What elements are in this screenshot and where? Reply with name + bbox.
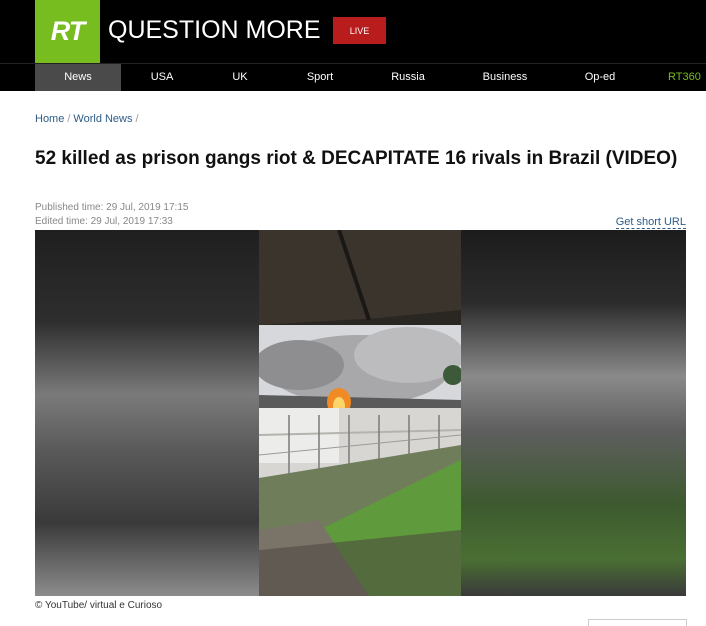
breadcrumb: Home / World News / [35, 113, 142, 125]
article-video[interactable] [35, 230, 686, 596]
breadcrumb-separator: / [135, 113, 139, 125]
video-blur-left [35, 230, 259, 596]
nav-item-op-ed[interactable]: Op-ed [575, 64, 625, 91]
logo-text: RT [50, 16, 86, 46]
nav-item-usa[interactable]: USA [136, 64, 188, 91]
breadcrumb-home[interactable]: Home [35, 113, 64, 125]
image-caption: © YouTube/ virtual e Curioso [35, 600, 163, 611]
video-frame[interactable] [259, 230, 461, 596]
tagline: QUESTION MORE [108, 16, 321, 44]
edited-time: Edited time: 29 Jul, 2019 17:33 [35, 216, 173, 227]
rt-logo[interactable]: RT [35, 0, 100, 63]
prison-fire-scene [259, 230, 461, 596]
get-short-url-link[interactable]: Get short URL [615, 216, 686, 229]
nav-item-uk[interactable]: UK [220, 64, 260, 91]
nav-item-sport[interactable]: Sport [295, 64, 345, 91]
video-blur-right [461, 230, 686, 596]
nav-item-rt360[interactable]: RT360 [668, 64, 706, 91]
live-button[interactable]: LIVE [333, 17, 386, 44]
article-title: 52 killed as prison gangs riot & DECAPIT… [35, 148, 678, 169]
nav-item-russia[interactable]: Russia [382, 64, 434, 91]
published-time: Published time: 29 Jul, 2019 17:15 [35, 202, 189, 213]
nav-item-business[interactable]: Business [475, 64, 535, 91]
breadcrumb-world-news[interactable]: World News [73, 113, 132, 125]
nav-item-news[interactable]: News [35, 64, 121, 91]
top-header: RT QUESTION MORE LIVE [0, 0, 706, 63]
main-nav: News USA UK Sport Russia Business Op-ed … [0, 63, 706, 91]
breadcrumb-separator: / [67, 113, 71, 125]
